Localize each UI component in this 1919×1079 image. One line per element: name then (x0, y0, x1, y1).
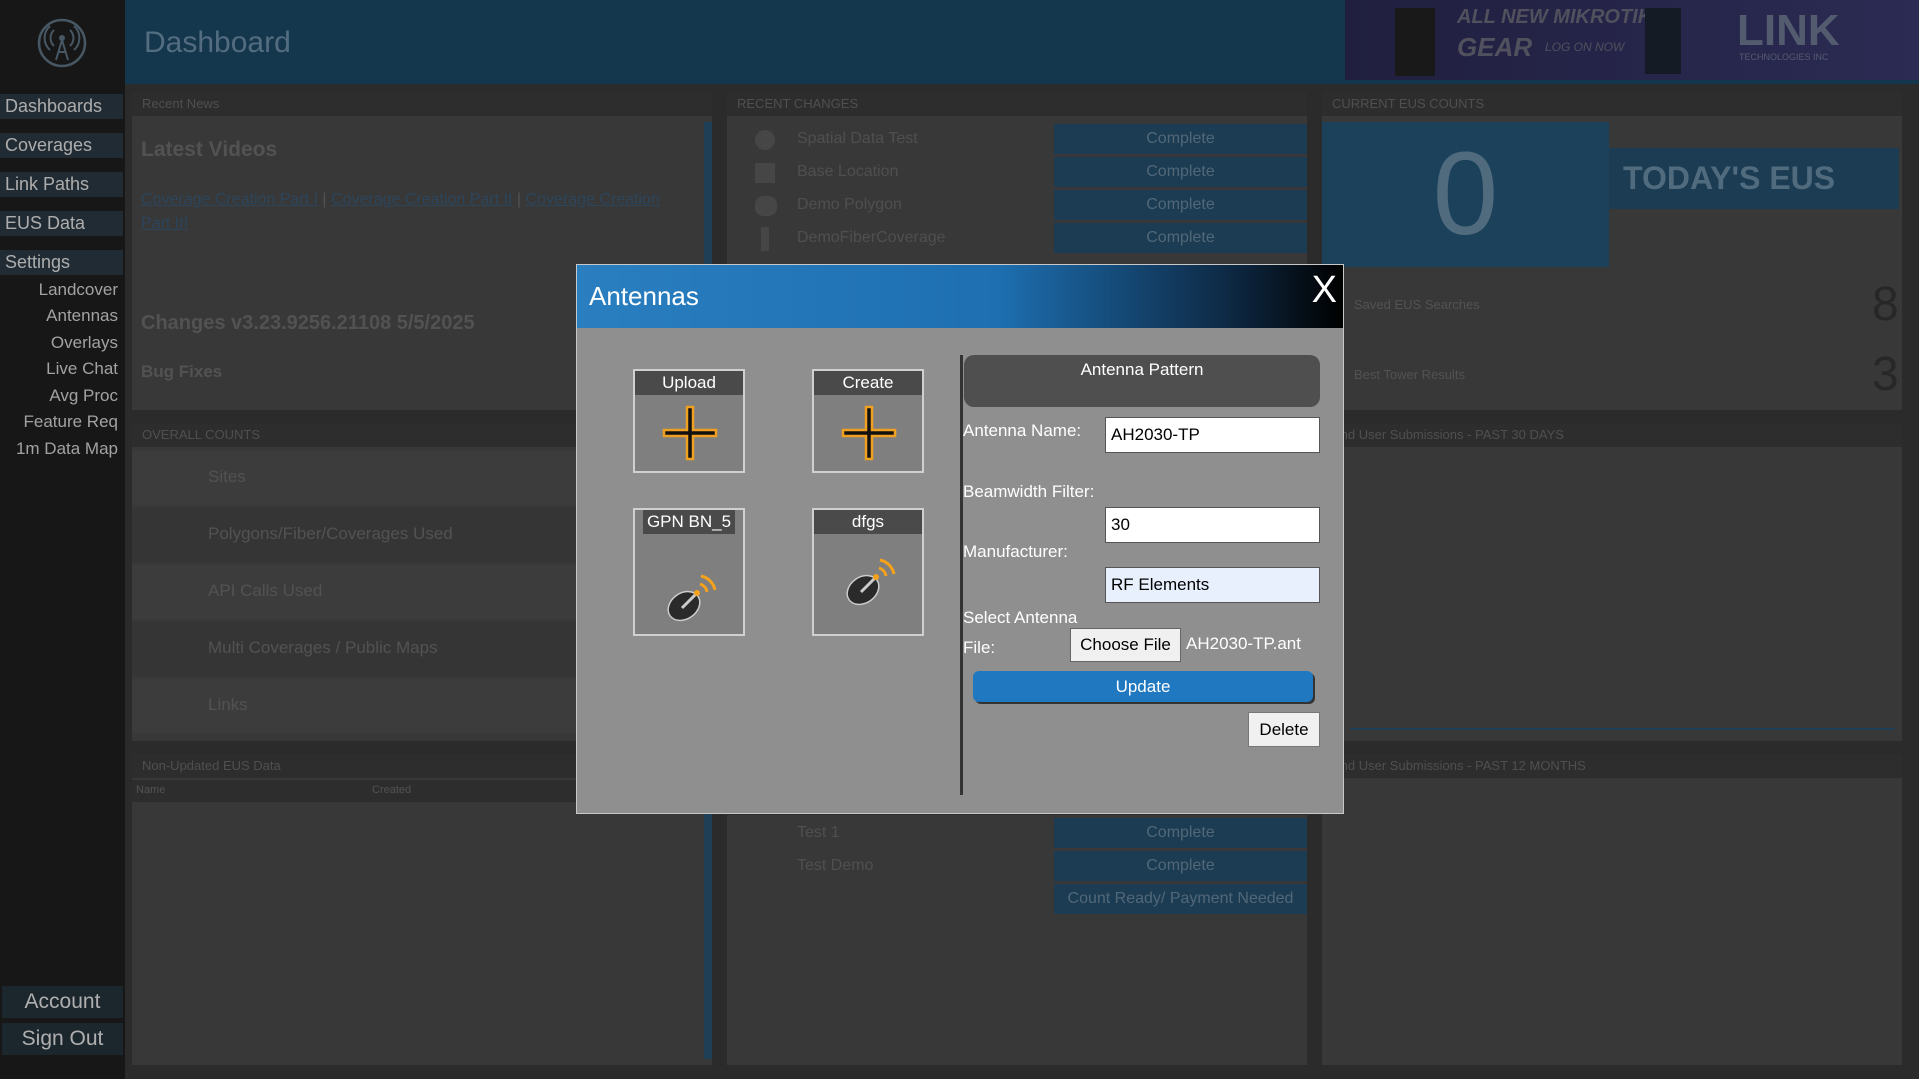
antenna-tile-gpn-bn5[interactable]: GPN BN_5 (633, 508, 745, 636)
create-antenna-tile[interactable]: Create (812, 369, 924, 473)
satellite-dish-icon (667, 574, 717, 622)
upload-antenna-tile[interactable]: Upload (633, 369, 745, 473)
antenna-tile-dfgs[interactable]: dfgs (812, 508, 924, 636)
beamwidth-filter-label: Beamwidth Filter: (963, 482, 1095, 501)
antenna-name-label: Antenna Name: (963, 421, 1082, 440)
modal-header: Antennas X (577, 265, 1343, 328)
tile-label: dfgs (814, 510, 922, 534)
close-button[interactable]: X (1312, 269, 1337, 312)
satellite-dish-icon (846, 558, 896, 606)
modal-title: Antennas (589, 281, 699, 311)
selected-file-name: AH2030-TP.ant (1186, 634, 1301, 653)
beamwidth-filter-input[interactable]: 30 (1105, 507, 1320, 543)
antennas-modal: Antennas X Upload Create GPN BN_5 dfgs A… (576, 264, 1344, 814)
select-antenna-file-label: Select Antenna File: (963, 608, 1078, 657)
delete-button[interactable]: Delete (1248, 712, 1320, 747)
tile-label: Create (814, 371, 922, 395)
tile-label: Upload (635, 371, 743, 395)
antenna-pattern-header: Antenna Pattern (964, 355, 1320, 407)
form-header-label: Antenna Pattern (1080, 360, 1204, 379)
tile-label: GPN BN_5 (643, 510, 735, 534)
manufacturer-input[interactable]: RF Elements (1105, 567, 1320, 603)
choose-file-button[interactable]: Choose File (1070, 628, 1181, 662)
update-button[interactable]: Update (973, 671, 1313, 702)
antenna-name-input[interactable]: AH2030-TP (1105, 417, 1320, 453)
plus-icon (841, 405, 897, 461)
manufacturer-label: Manufacturer: (963, 542, 1068, 561)
plus-icon (662, 405, 718, 461)
